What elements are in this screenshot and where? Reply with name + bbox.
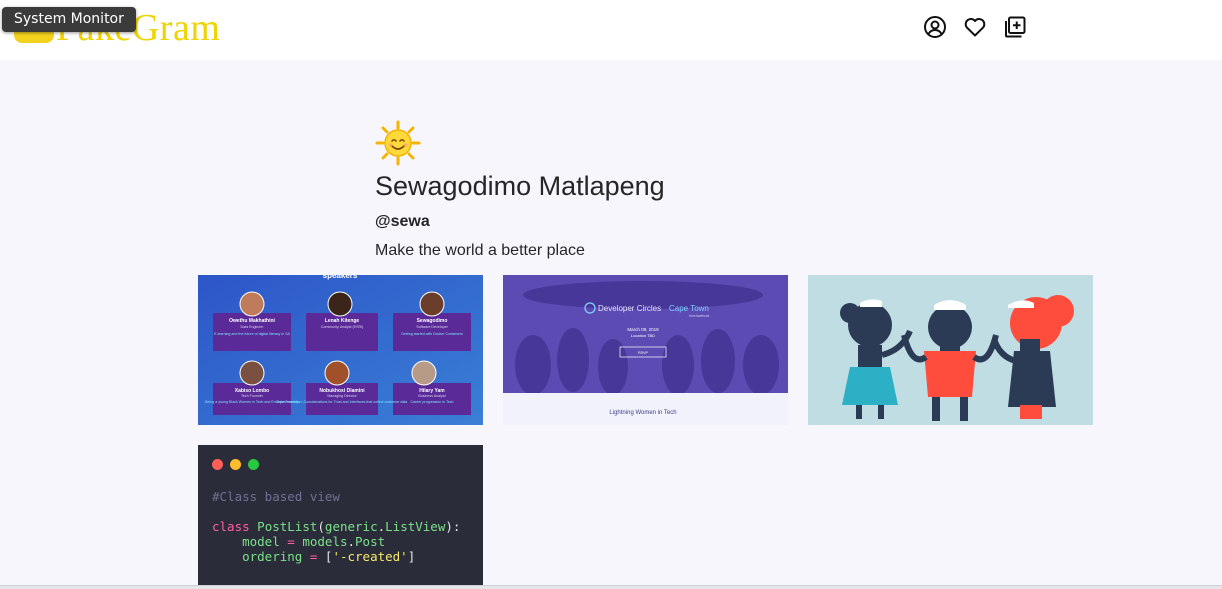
event-subtitle: from facebook (689, 314, 710, 318)
sun-emoji-icon (375, 120, 421, 166)
speaker-name-3: Sewagodimo (417, 318, 448, 324)
speaker-role-4: Tech Founder (241, 394, 264, 398)
top-bar: FakeGram System Monitor (0, 0, 1222, 60)
code-arg: generic (324, 519, 378, 534)
speaker-name-2: Lenah Kitenge (325, 318, 360, 324)
code-string: '-created' (332, 549, 408, 564)
speaker-talk-5: Data Protection: Considerations for Trus… (277, 400, 408, 404)
speakers-heading: speakers (323, 275, 358, 280)
code-var-ordering: ordering (242, 549, 303, 564)
event-footer: Lightning Women in Tech (609, 410, 676, 416)
nav-icons (922, 14, 1028, 40)
heart-icon[interactable] (962, 14, 988, 40)
post-illustration[interactable] (808, 275, 1093, 425)
speaker-role-2: Community Analyst (ESRI) (321, 325, 364, 329)
yellow-dot-icon (230, 459, 241, 470)
green-dot-icon (248, 459, 259, 470)
post-speakers[interactable]: speakers Owethu Makhathini Lenah Kitenge… (198, 275, 483, 425)
user-circle-icon[interactable] (922, 14, 948, 40)
speaker-role-3: Software Developer (416, 325, 448, 329)
red-dot-icon (212, 459, 223, 470)
speaker-name-1: Owethu Makhathini (229, 318, 275, 324)
profile-header: Sewagodimo Matlapeng @sewa Make the worl… (375, 120, 665, 261)
code-block: #Class based view class PostList(generic… (212, 489, 461, 564)
code-attr: ListView (385, 519, 446, 534)
speaker-talk-6: Career progression in Tech (410, 400, 453, 404)
event-date: March 09, 2019 (627, 327, 659, 332)
profile-handle: @sewa (375, 213, 430, 230)
speaker-talk-1: E-learning and the future of digital lit… (214, 332, 291, 336)
profile-bio: Make the world a better place (375, 242, 585, 259)
code-obj-attr: Post (355, 534, 386, 549)
add-post-icon[interactable] (1002, 14, 1028, 40)
speaker-talk-3: Getting started with Docker Containers (401, 332, 463, 336)
event-location: Location TBD (631, 333, 655, 338)
code-obj: models (302, 534, 348, 549)
window-tooltip: System Monitor (2, 7, 136, 32)
speaker-role-6: Business Analyst (418, 394, 445, 398)
code-class-name: PostList (257, 519, 318, 534)
speaker-role-1: Data Engineer (241, 325, 265, 329)
post-code-snippet[interactable]: #Class based view class PostList(generic… (198, 445, 483, 586)
code-comment: #Class based view (212, 489, 340, 504)
event-rsvp-button: RSVP (638, 351, 648, 355)
speaker-role-5: Managing Director (327, 394, 357, 398)
window-dots (212, 459, 259, 470)
code-keyword: class (212, 519, 250, 534)
post-event[interactable]: Developer Circles Cape Town from faceboo… (503, 275, 788, 425)
profile-name: Sewagodimo Matlapeng (375, 171, 665, 201)
code-var-model: model (242, 534, 280, 549)
event-title-2: Cape Town (669, 304, 709, 313)
event-title-1: Developer Circles (598, 304, 661, 313)
bottom-edge (0, 585, 1222, 589)
